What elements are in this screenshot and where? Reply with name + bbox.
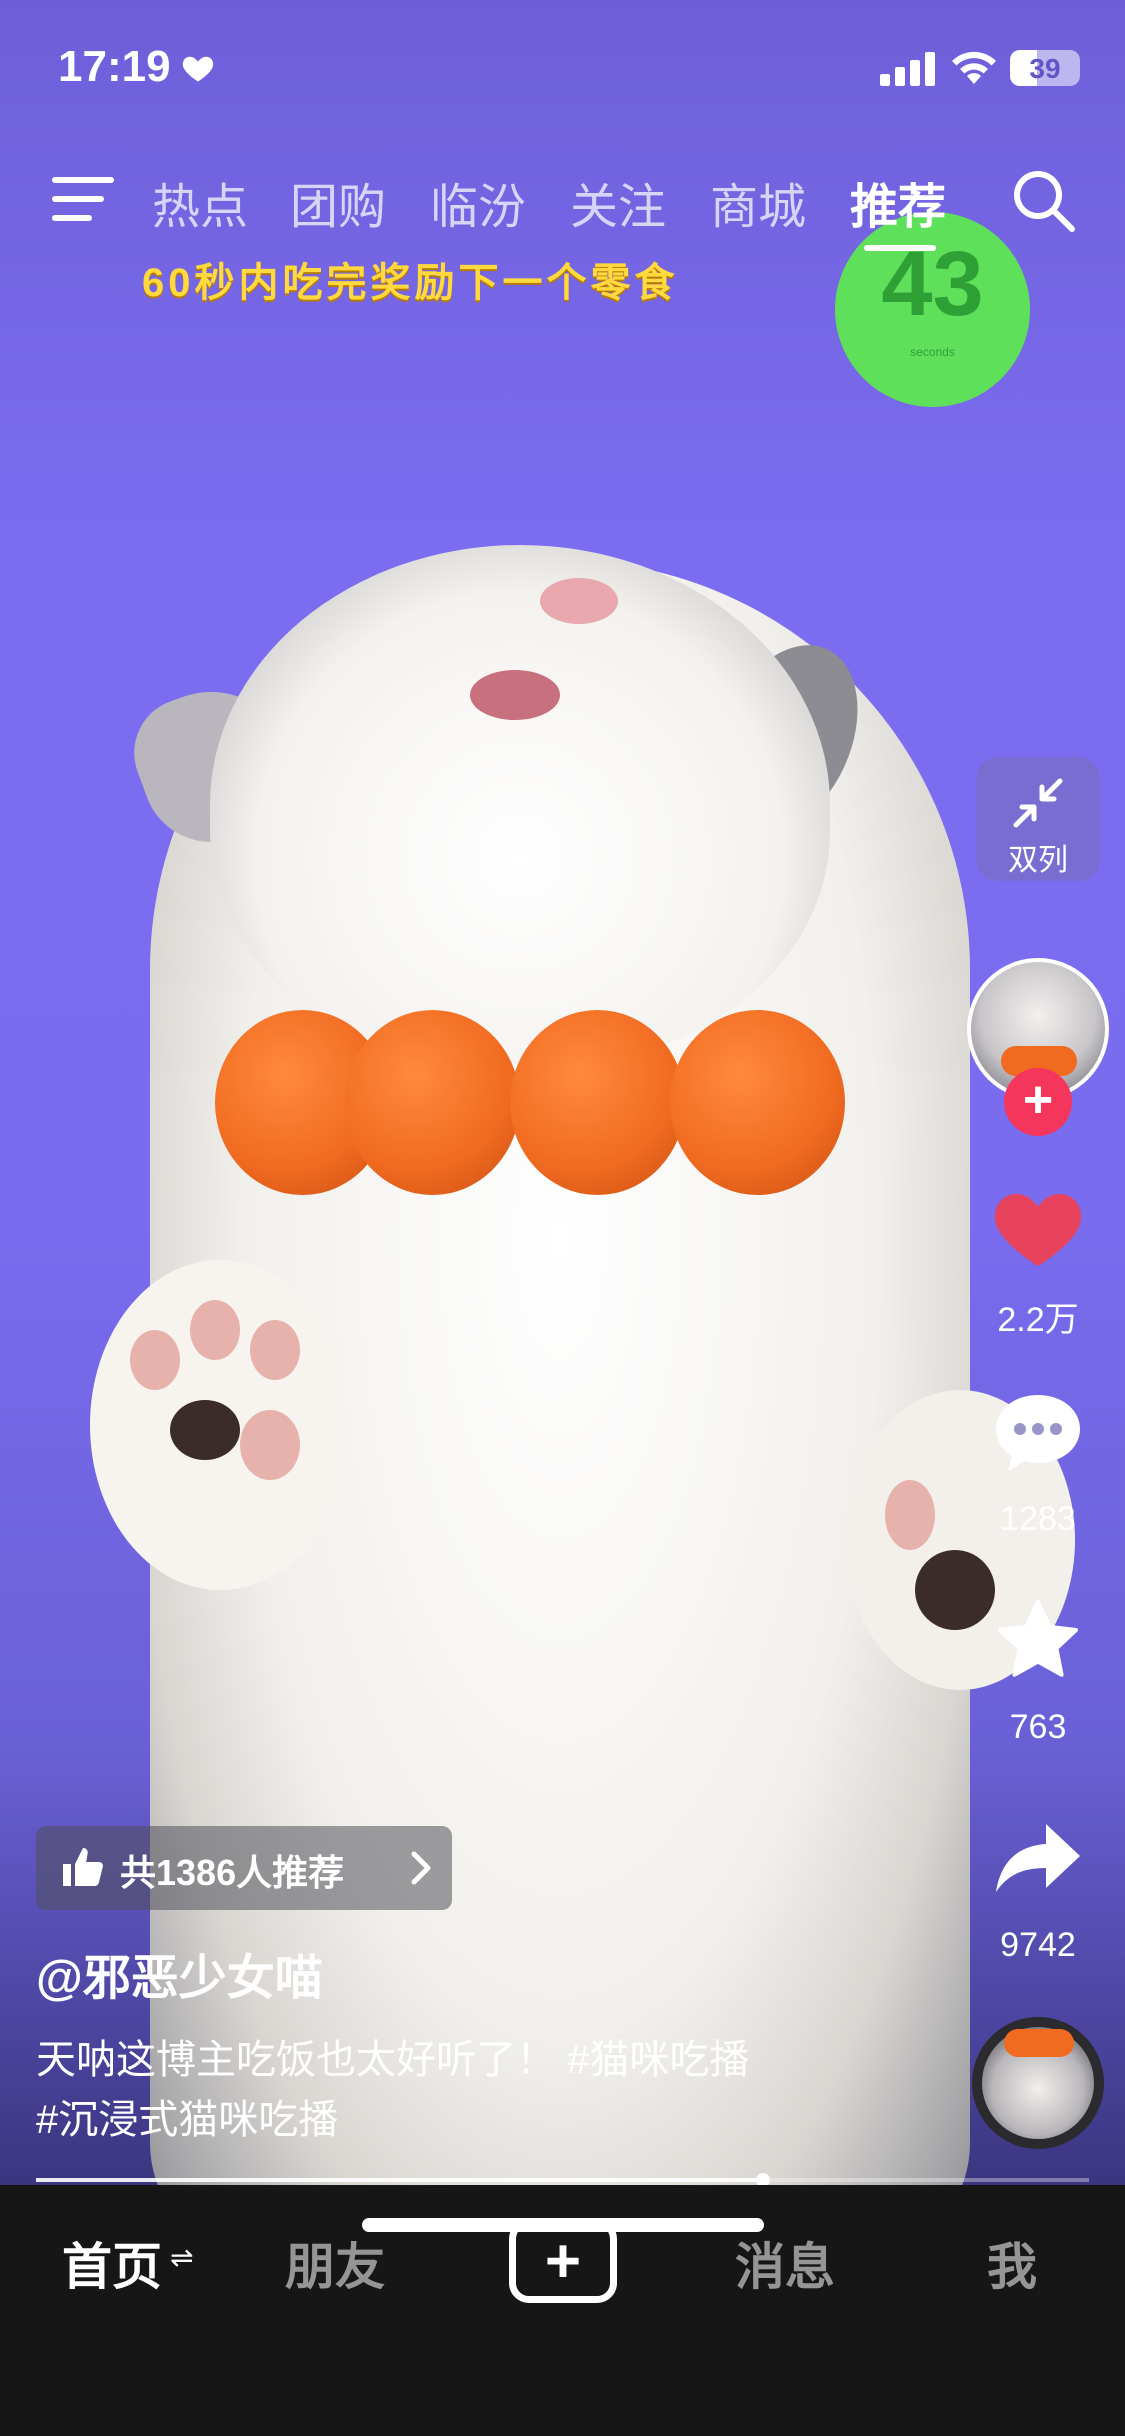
recommend-count-text: 共1386人推荐 (120, 1852, 345, 1893)
video-banner-text: 60秒内吃完奖励下一个零食 (142, 261, 679, 305)
nav-friends[interactable]: 朋友 (285, 2227, 385, 2299)
video-progress-bar[interactable] (36, 2173, 1089, 2187)
like-heart-icon[interactable] (990, 1180, 1086, 1276)
active-tab-indicator (864, 245, 936, 251)
comment-icon[interactable] (990, 1385, 1086, 1481)
plus-icon: + (1022, 1071, 1054, 1129)
favorite-count: 763 (1009, 1708, 1067, 1746)
follow-button[interactable]: + (1004, 1068, 1072, 1136)
status-time: 17:19 (58, 42, 171, 91)
plus-icon: + (544, 2227, 582, 2296)
like-count: 2.2万 (997, 1301, 1079, 1339)
dual-column-label: 双列 (1008, 844, 1068, 877)
swap-arrows-icon: ⇌ (170, 2242, 194, 2273)
thumbs-up-icon (63, 1848, 103, 1886)
nav-me[interactable]: 我 (987, 2227, 1037, 2299)
search-icon[interactable] (1010, 167, 1076, 233)
dual-column-button[interactable]: 双列 (976, 757, 1100, 881)
battery-percent: 39 (1029, 53, 1061, 84)
description-line-1: 天呐这博主吃饭也太好听了！ #猫咪吃播 (36, 2038, 750, 2082)
tab-group-buy[interactable]: 团购 (290, 167, 386, 237)
share-count: 9742 (1000, 1926, 1076, 1964)
cat-paw-left (90, 1260, 350, 1590)
recommend-pill[interactable]: 共1386人推荐 (36, 1826, 452, 1910)
tab-local[interactable]: 临汾 (430, 167, 526, 237)
collapse-arrows-icon (1013, 778, 1063, 828)
nav-messages[interactable]: 消息 (735, 2227, 835, 2299)
tab-hot[interactable]: 热点 (152, 167, 248, 237)
wifi-icon (952, 51, 996, 84)
status-bar: 17:19 39 (0, 0, 1125, 135)
video-description[interactable]: 天呐这博主吃饭也太好听了！ #猫咪吃播 #沉浸式猫咪吃播 (36, 2030, 936, 2150)
cat-nose (540, 578, 618, 624)
home-indicator (362, 2218, 764, 2232)
nav-home[interactable]: 首页 (62, 2227, 162, 2299)
top-navigation: 热点 团购 临汾 关注 商城 推荐 (0, 155, 1125, 255)
orange-collar (215, 1010, 855, 1200)
description-line-2[interactable]: #沉浸式猫咪吃播 (36, 2090, 936, 2150)
chevron-right-icon (411, 1851, 431, 1885)
heart-icon (182, 56, 214, 82)
countdown-unit: seconds (910, 345, 955, 359)
tab-mall[interactable]: 商城 (710, 167, 806, 237)
tab-following[interactable]: 关注 (570, 167, 666, 237)
tab-recommend[interactable]: 推荐 (850, 167, 946, 237)
music-disc[interactable] (972, 2017, 1104, 2149)
cellular-signal-icon (880, 52, 935, 86)
share-arrow-icon[interactable] (990, 1810, 1086, 1906)
cat-mouth (470, 670, 560, 720)
battery-indicator: 39 (1010, 50, 1080, 86)
progress-fill (36, 2178, 763, 2182)
menu-icon[interactable] (52, 173, 114, 225)
comment-count: 1283 (1000, 1500, 1076, 1538)
favorite-star-icon[interactable] (990, 1592, 1086, 1688)
cat-head (210, 545, 830, 1065)
author-name[interactable]: @邪恶少女喵 (36, 1938, 323, 2008)
